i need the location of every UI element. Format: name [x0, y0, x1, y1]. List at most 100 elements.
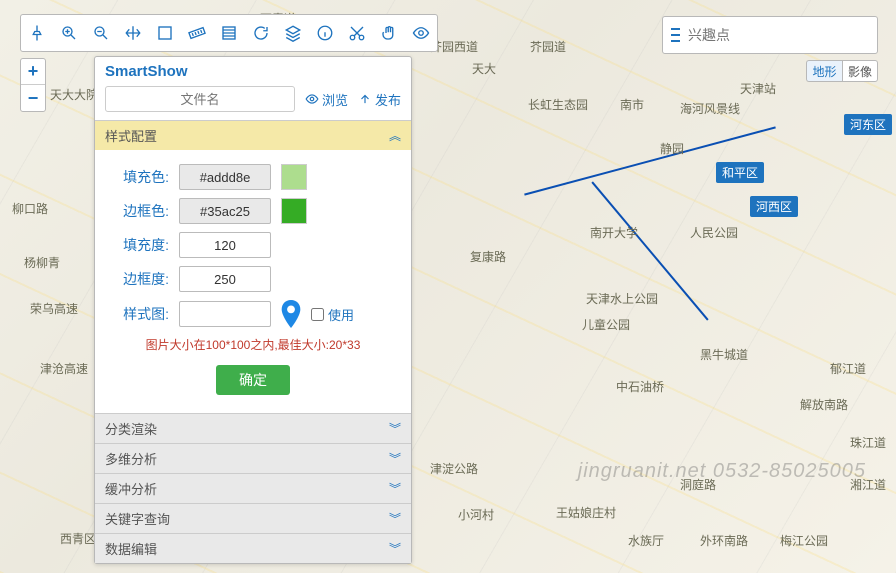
- eye-icon[interactable]: [411, 23, 431, 43]
- zoom-out-button[interactable]: −: [21, 85, 45, 111]
- map-label: 荣乌高速: [30, 300, 78, 317]
- district-badge[interactable]: 河西区: [750, 196, 798, 217]
- section-multidim-label: 多维分析: [105, 449, 157, 468]
- section-style[interactable]: 样式配置 ︽: [95, 120, 411, 150]
- border-color-input[interactable]: [179, 198, 271, 224]
- zoom-in-button[interactable]: +: [21, 59, 45, 85]
- metro-line: [524, 126, 776, 195]
- use-label: 使用: [328, 305, 354, 324]
- section-classify[interactable]: 分类渲染 ︾: [95, 413, 411, 443]
- map-label: 柳口路: [12, 200, 48, 217]
- border-color-label: 边框色:: [113, 201, 169, 221]
- layers-icon[interactable]: [283, 23, 303, 43]
- filename-input[interactable]: [105, 86, 295, 112]
- chevron-up-icon: ︽: [389, 127, 401, 144]
- ok-button[interactable]: 确定: [216, 365, 290, 395]
- map-label: 南开大学: [590, 224, 638, 241]
- style-image-input[interactable]: [179, 301, 271, 327]
- map-label: 静园: [660, 140, 684, 157]
- map-label: 芥园道: [530, 38, 566, 55]
- cut-icon[interactable]: [347, 23, 367, 43]
- section-multidim[interactable]: 多维分析 ︾: [95, 443, 411, 473]
- marker-icon: [281, 300, 301, 328]
- use-checkbox[interactable]: [311, 308, 324, 321]
- section-keyword[interactable]: 关键字查询 ︾: [95, 503, 411, 533]
- refresh-icon[interactable]: [251, 23, 271, 43]
- map-label: 长虹生态园: [528, 96, 588, 113]
- fullextent-icon[interactable]: [155, 23, 175, 43]
- section-keyword-label: 关键字查询: [105, 509, 170, 528]
- basemap-toggle: 地形 影像: [806, 60, 878, 82]
- fill-color-label: 填充色:: [113, 167, 169, 187]
- map-label: 王姑娘庄村: [556, 504, 616, 521]
- pin-icon[interactable]: [27, 23, 47, 43]
- section-classify-label: 分类渲染: [105, 419, 157, 438]
- map-label: 黑牛城道: [700, 346, 748, 363]
- section-dataedit[interactable]: 数据编辑 ︾: [95, 533, 411, 563]
- panel-title: SmartShow: [95, 57, 411, 86]
- fill-color-input[interactable]: [179, 164, 271, 190]
- map-label: 复康路: [470, 248, 506, 265]
- map-label: 西青区: [60, 530, 96, 547]
- map-label: 津淀公路: [430, 460, 478, 477]
- border-width-input[interactable]: [179, 266, 271, 292]
- preview-button[interactable]: 浏览: [305, 90, 348, 109]
- section-buffer[interactable]: 缓冲分析 ︾: [95, 473, 411, 503]
- section-dataedit-label: 数据编辑: [105, 539, 157, 558]
- map-label: 小河村: [458, 506, 494, 523]
- hand-icon[interactable]: [379, 23, 399, 43]
- map-label: 天大大院: [50, 86, 98, 103]
- map-label: 水族厅: [628, 532, 664, 549]
- zoom-out-icon[interactable]: [91, 23, 111, 43]
- style-image-label: 样式图:: [113, 304, 169, 324]
- measure-icon[interactable]: [187, 23, 207, 43]
- zoom-control: + −: [20, 58, 46, 112]
- search-bar: [662, 16, 878, 54]
- fill-opacity-input[interactable]: [179, 232, 271, 258]
- map-label: 南市: [620, 96, 644, 113]
- publish-label: 发布: [375, 90, 401, 109]
- border-width-label: 边框度:: [113, 269, 169, 289]
- map-label: 杨柳青: [24, 254, 60, 271]
- chevron-down-icon: ︾: [389, 420, 401, 437]
- border-color-swatch[interactable]: [281, 198, 307, 224]
- area-icon[interactable]: [219, 23, 239, 43]
- search-input[interactable]: [688, 27, 869, 43]
- section-buffer-label: 缓冲分析: [105, 479, 157, 498]
- map-label: 郁江道: [830, 360, 866, 377]
- map-label: 外环南路: [700, 532, 748, 549]
- fill-opacity-label: 填充度:: [113, 235, 169, 255]
- side-panel: SmartShow 浏览 发布 样式配置 ︽ 填充色: 边框色: 填充度:: [94, 56, 412, 564]
- map-label: 海河风景线: [680, 100, 740, 117]
- map-label: 中石油桥: [616, 378, 664, 395]
- map-label: 梅江公园: [780, 532, 828, 549]
- chevron-down-icon: ︾: [389, 540, 401, 557]
- use-checkbox-wrap[interactable]: 使用: [311, 305, 367, 324]
- map-label: 儿童公园: [582, 316, 630, 333]
- chevron-down-icon: ︾: [389, 450, 401, 467]
- zoom-in-icon[interactable]: [59, 23, 79, 43]
- chevron-down-icon: ︾: [389, 480, 401, 497]
- map-label: 天大: [472, 60, 496, 77]
- map-label: 解放南路: [800, 396, 848, 413]
- map-label: 天津站: [740, 80, 776, 97]
- pan-icon[interactable]: [123, 23, 143, 43]
- map-label: 人民公园: [690, 224, 738, 241]
- publish-button[interactable]: 发布: [358, 90, 401, 109]
- fill-color-swatch[interactable]: [281, 164, 307, 190]
- image-hint: 图片大小在100*100之内,最佳大小:20*33: [113, 336, 393, 353]
- menu-icon[interactable]: [671, 28, 680, 42]
- map-label: 天津水上公园: [586, 290, 658, 307]
- district-badge[interactable]: 和平区: [716, 162, 764, 183]
- map-label: 珠江道: [850, 434, 886, 451]
- chevron-down-icon: ︾: [389, 510, 401, 527]
- info-icon[interactable]: [315, 23, 335, 43]
- toolbar: [20, 14, 438, 52]
- preview-label: 浏览: [322, 90, 348, 109]
- basemap-terrain[interactable]: 地形: [806, 60, 842, 82]
- watermark: jingruanit.net 0532-85025005: [578, 460, 866, 483]
- map-label: 津沧高速: [40, 360, 88, 377]
- basemap-imagery[interactable]: 影像: [842, 60, 878, 82]
- district-badge[interactable]: 河东区: [844, 114, 892, 135]
- style-form: 填充色: 边框色: 填充度: 边框度: 样式图: 使用 图片大小在100*100: [95, 150, 411, 413]
